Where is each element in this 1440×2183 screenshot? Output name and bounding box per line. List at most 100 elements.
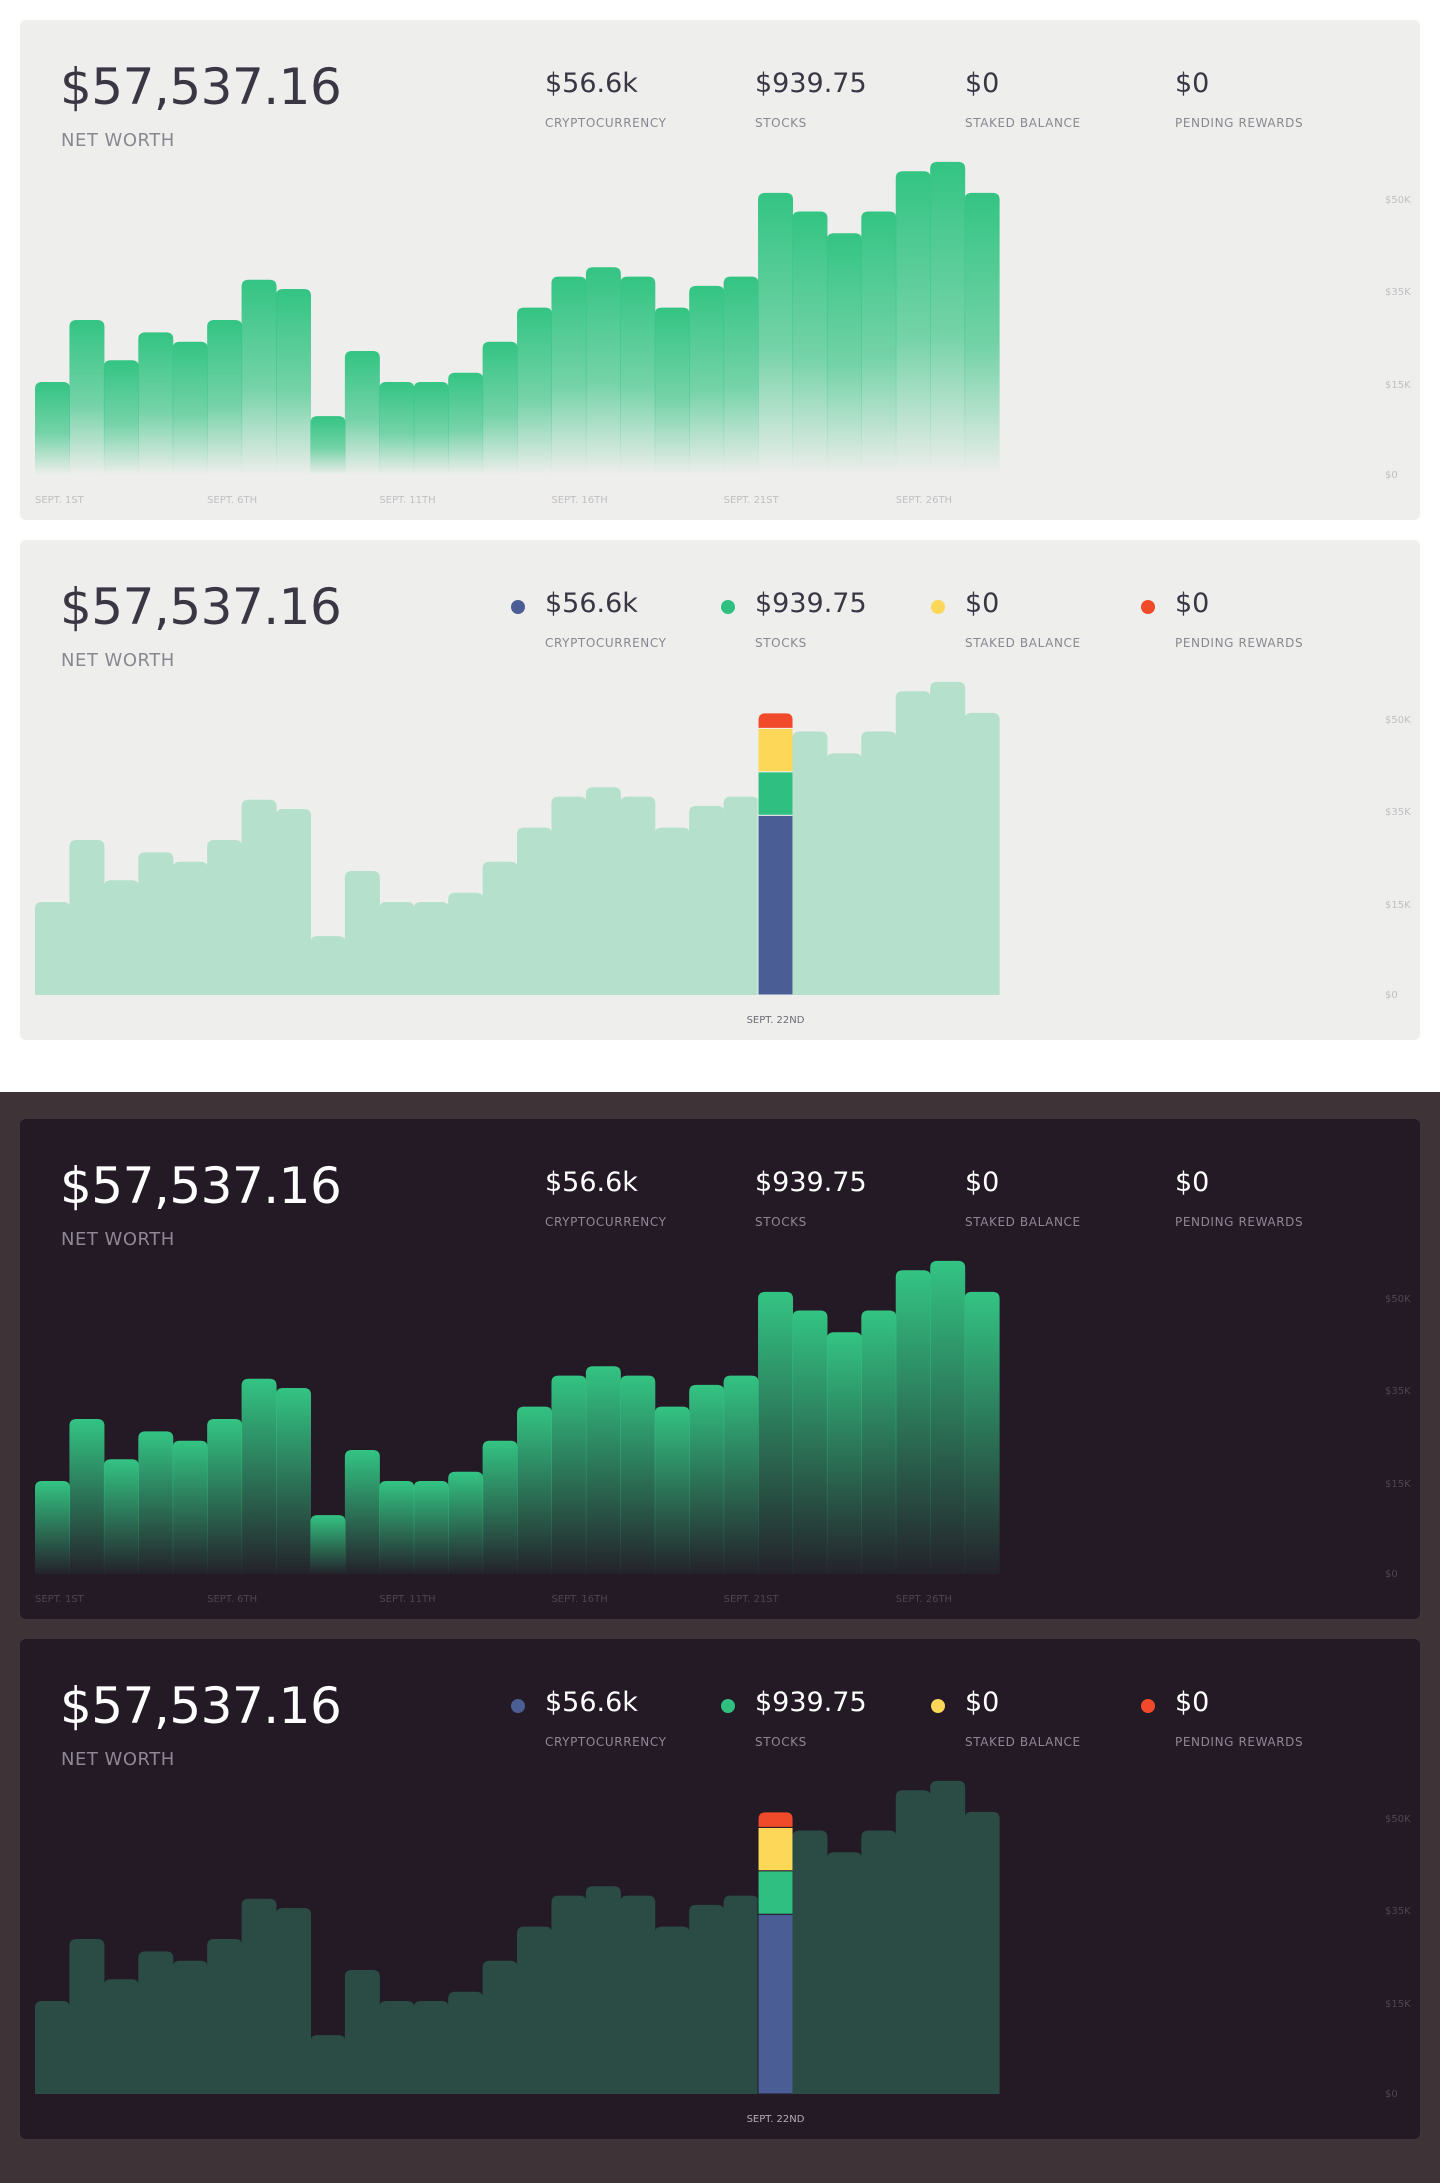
chart-bar[interactable]: [689, 285, 725, 475]
chart-bar[interactable]: [930, 681, 966, 995]
chart-bar[interactable]: [241, 1898, 277, 2094]
chart-bar[interactable]: [792, 731, 828, 996]
chart-bar[interactable]: [964, 712, 1000, 995]
chart-bar[interactable]: [310, 416, 346, 475]
chart-bar[interactable]: [964, 1291, 1000, 1574]
chart-bar[interactable]: [517, 1406, 553, 1574]
chart-bar[interactable]: [723, 1375, 759, 1574]
chart-bar[interactable]: [379, 382, 415, 475]
chart-bar[interactable]: [620, 1895, 656, 2094]
highlight-segment-stocks[interactable]: [757, 1870, 794, 1915]
chart-bar[interactable]: [895, 171, 931, 475]
chart-bar[interactable]: [792, 211, 828, 476]
chart-bar[interactable]: [861, 731, 897, 996]
chart-bar[interactable]: [551, 796, 587, 995]
chart-bar[interactable]: [895, 691, 931, 995]
chart-bar[interactable]: [758, 1291, 794, 1574]
chart-bar[interactable]: [654, 1926, 690, 2094]
chart-bar[interactable]: [448, 372, 484, 475]
chart-bar[interactable]: [138, 1431, 174, 1574]
chart-bar[interactable]: [276, 1388, 312, 1574]
chart-bar[interactable]: [826, 753, 862, 995]
chart-bar[interactable]: [517, 827, 553, 995]
chart-bar[interactable]: [551, 276, 587, 475]
highlight-segment-stocks[interactable]: [757, 771, 794, 816]
chart-bar[interactable]: [448, 1991, 484, 2094]
chart-bar[interactable]: [413, 1481, 449, 1574]
chart-bar[interactable]: [895, 1790, 931, 2094]
chart-bar[interactable]: [585, 787, 621, 995]
highlight-segment-pending-rewards[interactable]: [757, 1811, 794, 1828]
chart-bar[interactable]: [35, 382, 70, 475]
chart-bar[interactable]: [276, 289, 312, 475]
chart-bar[interactable]: [482, 861, 518, 995]
chart-bar[interactable]: [689, 1904, 725, 2094]
chart-bar[interactable]: [69, 840, 105, 995]
chart-bar[interactable]: [930, 1260, 966, 1574]
chart-bar[interactable]: [861, 211, 897, 476]
chart-bar[interactable]: [826, 1332, 862, 1574]
chart-bar[interactable]: [138, 332, 174, 475]
chart-bar[interactable]: [654, 827, 690, 995]
chart-bar[interactable]: [241, 279, 277, 475]
chart-bar[interactable]: [35, 1481, 70, 1574]
chart-bar[interactable]: [379, 902, 415, 995]
chart-bar[interactable]: [482, 1440, 518, 1574]
chart-bar[interactable]: [517, 307, 553, 475]
chart-bar[interactable]: [758, 192, 794, 475]
chart-bar[interactable]: [103, 360, 139, 475]
chart-bar[interactable]: [585, 267, 621, 475]
chart-bar[interactable]: [689, 1384, 725, 1574]
chart-bar[interactable]: [964, 1811, 1000, 2094]
highlight-segment-staked-balance[interactable]: [757, 1826, 794, 1872]
chart-bar[interactable]: [310, 1515, 346, 1574]
chart-bar[interactable]: [103, 1979, 139, 2094]
chart-bar[interactable]: [310, 936, 346, 995]
chart-bar[interactable]: [69, 1939, 105, 2094]
chart-bar[interactable]: [35, 2001, 70, 2094]
chart-bar[interactable]: [689, 805, 725, 995]
chart-bar[interactable]: [138, 852, 174, 995]
chart-bar[interactable]: [448, 892, 484, 995]
chart-bar[interactable]: [861, 1310, 897, 1575]
chart-bar[interactable]: [517, 1926, 553, 2094]
chart-bar[interactable]: [585, 1886, 621, 2094]
chart-bar[interactable]: [35, 902, 70, 995]
chart-bar[interactable]: [241, 1378, 277, 1574]
chart-bar[interactable]: [413, 382, 449, 475]
chart-bar[interactable]: [620, 276, 656, 475]
chart-bar[interactable]: [344, 1450, 380, 1574]
chart-bar[interactable]: [103, 880, 139, 995]
chart-bar[interactable]: [172, 341, 208, 475]
chart-bar[interactable]: [172, 1440, 208, 1574]
chart-bar[interactable]: [654, 307, 690, 475]
chart-bar[interactable]: [344, 1970, 380, 2094]
chart-bar[interactable]: [930, 1780, 966, 2094]
chart-bar[interactable]: [826, 1852, 862, 2094]
chart-bar[interactable]: [69, 320, 105, 475]
chart-bar[interactable]: [103, 1459, 139, 1574]
chart-bar[interactable]: [379, 1481, 415, 1574]
chart-bar[interactable]: [207, 1939, 243, 2094]
chart-bar[interactable]: [344, 351, 380, 475]
chart-bar[interactable]: [585, 1366, 621, 1574]
chart-bar[interactable]: [207, 840, 243, 995]
chart-bar[interactable]: [723, 276, 759, 475]
chart-bar[interactable]: [551, 1895, 587, 2094]
chart-bar[interactable]: [620, 1375, 656, 1574]
chart-bar[interactable]: [482, 341, 518, 475]
highlight-segment-staked-balance[interactable]: [757, 727, 794, 773]
chart-bar[interactable]: [826, 233, 862, 475]
chart-bar[interactable]: [276, 1908, 312, 2094]
chart-bar[interactable]: [138, 1951, 174, 2094]
chart-bar[interactable]: [276, 809, 312, 995]
chart-bar[interactable]: [895, 1270, 931, 1574]
chart-bar[interactable]: [792, 1830, 828, 2095]
chart-bar[interactable]: [69, 1419, 105, 1574]
chart-bar[interactable]: [413, 902, 449, 995]
chart-bar[interactable]: [413, 2001, 449, 2094]
highlight-segment-pending-rewards[interactable]: [757, 712, 794, 729]
chart-bar[interactable]: [861, 1830, 897, 2095]
chart-bar[interactable]: [620, 796, 656, 995]
chart-bar[interactable]: [654, 1406, 690, 1574]
